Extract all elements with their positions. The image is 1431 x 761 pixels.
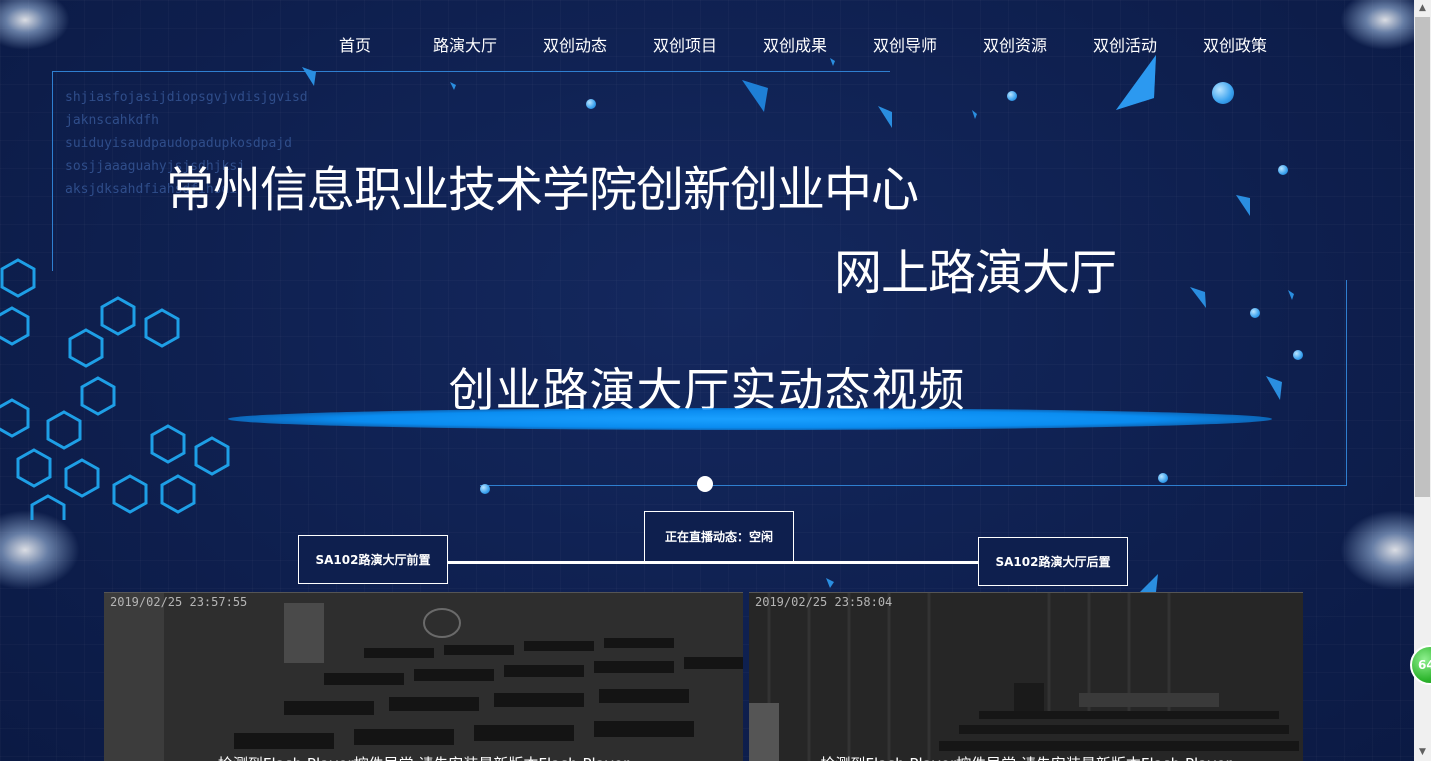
tab-front-camera[interactable]: SA102路演大厅前置 [298,535,448,584]
flash-warning: 检测到Flash Player控件异常,请先安装最新版本Flash Player [104,753,743,761]
tab-rear-camera[interactable]: SA102路演大厅后置 [978,537,1128,586]
hall-feed-image [749,593,1303,761]
scroll-up-arrow-icon[interactable]: ▲ [1414,0,1431,17]
video-player-front[interactable]: 2019/02/25 23:57:55 检测到Flash Player控件异常,… [104,592,743,761]
video-timestamp: 2019/02/25 23:58:04 [755,595,893,609]
video-timestamp: 2019/02/25 23:57:55 [110,595,248,609]
classroom-feed-image [104,593,743,761]
carousel-dot[interactable] [697,476,713,492]
flash-warning: 检测到Flash Player控件异常,请先安装最新版本Flash Player [749,753,1303,761]
page: 首页 路演大厅 双创动态 双创项目 双创成果 双创导师 双创资源 双创活动 双创… [0,0,1414,761]
scroll-down-arrow-icon[interactable]: ▼ [1414,744,1431,761]
video-player-rear[interactable]: 2019/02/25 23:58:04 检测到Flash Player控件异常,… [749,592,1303,761]
scrollbar-thumb[interactable] [1415,17,1430,497]
shard-decoration [302,55,1294,592]
live-status: 正在直播动态：空闲 [644,511,794,562]
glow-bar [228,408,1272,430]
